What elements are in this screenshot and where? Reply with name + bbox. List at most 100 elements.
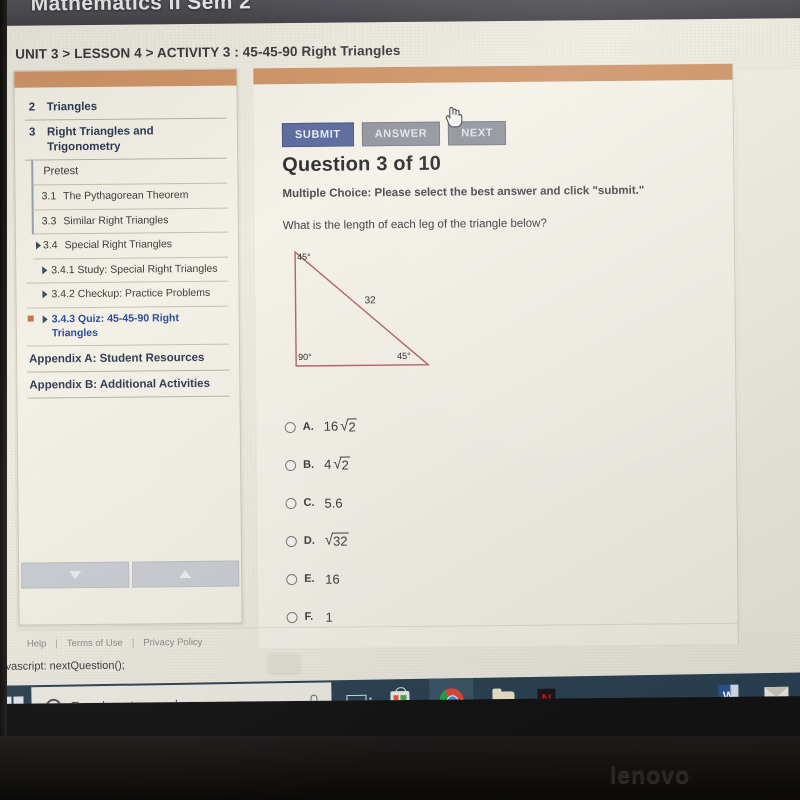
answer-option-e[interactable]: E. 16: [286, 558, 546, 598]
expand-arrow-icon: [42, 315, 48, 324]
scroll-up-button[interactable]: [131, 560, 240, 588]
sidebar-item-3-4-2[interactable]: 3.4.2 Checkup: Practice Problems: [26, 282, 229, 309]
option-value: 4 √ 2: [324, 455, 350, 473]
microphone-icon[interactable]: [310, 694, 318, 704]
radio-button-a[interactable]: [284, 421, 296, 433]
mail-icon[interactable]: [763, 682, 789, 704]
option-value: 16: [325, 571, 340, 587]
answer-options-list: A. 16 √ 2 B. 4 √ 2 C. 5.6 D. √ 32 E. 16 …: [284, 406, 547, 636]
sidebar-item-3-4-1[interactable]: 3.4.1 Study: Special Right Triangles: [26, 257, 229, 285]
sidebar-item-number: 3: [28, 126, 36, 139]
scroll-down-button[interactable]: [21, 561, 129, 589]
radio-button-e[interactable]: [286, 573, 298, 585]
answer-option-a[interactable]: A. 16 √ 2: [284, 406, 545, 446]
radio-button-d[interactable]: [285, 535, 297, 547]
question-toolbar: SUBMIT ANSWER NEXT: [281, 120, 507, 148]
question-prompt: What is the length of each leg of the tr…: [282, 217, 547, 233]
taskbar-search[interactable]: Type here to search: [31, 682, 332, 704]
cortana-icon: [45, 698, 62, 704]
expand-arrow-icon: [42, 266, 48, 275]
sidebar-item-3-1[interactable]: 3.1 The Pythagorean Theorem: [31, 183, 228, 211]
privacy-policy-link[interactable]: Privacy Policy: [143, 637, 202, 649]
sidebar-item-label: Appendix B: Additional Activities: [29, 378, 211, 392]
radical-b: √ 2: [333, 455, 350, 473]
help-link[interactable]: Help: [27, 638, 47, 649]
expand-arrow-icon: [42, 290, 48, 299]
option-value: 1: [325, 609, 333, 625]
footer-separator: |: [131, 637, 135, 649]
content-header-bar: [253, 63, 733, 85]
chrome-icon[interactable]: [429, 677, 474, 704]
task-view-icon[interactable]: [343, 689, 369, 704]
sidebar-item-3-3[interactable]: 3.3 Similar Right Triangles: [31, 208, 228, 235]
question-instructions: Multiple Choice: Please select the best …: [282, 184, 645, 201]
option-letter: D.: [303, 534, 315, 547]
browser-status-bar: javascript: nextQuestion();: [0, 659, 125, 673]
expand-arrow-icon: [35, 241, 42, 250]
microsoft-store-icon[interactable]: [386, 688, 412, 704]
option-letter: C.: [303, 496, 315, 509]
browser-page: UNIT 3 > LESSON 4 > ACTIVITY 3 : 45-45-9…: [0, 18, 800, 686]
taskbar-right-apps: W: [715, 673, 790, 704]
footer-separator: |: [55, 638, 58, 650]
option-coefficient: 16: [323, 418, 339, 434]
current-item-marker-icon: [27, 315, 34, 322]
word-icon[interactable]: W: [715, 683, 741, 704]
answer-option-f[interactable]: F. 1: [286, 596, 546, 636]
sidebar-item-appendix-a[interactable]: Appendix A: Student Resources: [26, 345, 230, 373]
angle-label-bottom-right: 45°: [397, 350, 411, 362]
sidebar-item-label: Triangles: [46, 100, 98, 114]
answer-button[interactable]: ANSWER: [361, 121, 441, 147]
right-margin-area: [736, 70, 800, 631]
sidebar-item-unit-2[interactable]: 2 Triangles: [24, 93, 227, 121]
window-title: Mathematics II Sem 2: [30, 0, 252, 16]
sidebar-item-label: 3.4.1 Study: Special Right Triangles: [51, 262, 218, 277]
sidebar-item-label: The Pythagorean Theorem: [63, 188, 189, 203]
screen-contents: Mathematics II Sem 2 UNIT 3 > LESSON 4 >…: [0, 0, 800, 704]
netflix-icon[interactable]: N: [533, 686, 559, 704]
breadcrumb: UNIT 3 > LESSON 4 > ACTIVITY 3 : 45-45-9…: [15, 42, 401, 62]
triangle-svg: [294, 250, 431, 367]
sidebar-item-number: 3.3: [41, 214, 57, 227]
sidebar-item-unit-3[interactable]: 3 Right Triangles and Trigonometry: [24, 119, 228, 161]
sidebar-item-appendix-b[interactable]: Appendix B: Additional Activities: [27, 370, 230, 399]
radio-button-c[interactable]: [285, 497, 297, 509]
course-outline-panel: 2 Triangles 3 Right Triangles and Trigon…: [13, 68, 243, 626]
search-input[interactable]: Type here to search: [71, 698, 182, 704]
chevron-down-icon: [68, 571, 81, 580]
sidebar-item-label: Similar Right Triangles: [63, 213, 169, 227]
option-letter: A.: [302, 420, 314, 433]
submit-button[interactable]: SUBMIT: [281, 122, 354, 148]
brand-logo: lenovo: [610, 762, 691, 788]
radio-button-f[interactable]: [286, 611, 298, 623]
answer-option-b[interactable]: B. 4 √ 2: [285, 444, 545, 484]
taskbar-pinned-apps: N: [343, 677, 560, 704]
mouse-cursor-hand-icon: [444, 104, 464, 128]
question-panel: SUBMIT ANSWER NEXT Question 3 of 10 Mult…: [253, 63, 739, 649]
terms-of-use-link[interactable]: Terms of Use: [67, 638, 123, 650]
option-value: 5.6: [324, 495, 343, 511]
sidebar-item-label: 3.4.2 Checkup: Practice Problems: [51, 287, 211, 301]
footer-links: Help | Terms of Use | Privacy Policy: [27, 637, 203, 650]
sidebar-item-3-4[interactable]: 3.4 Special Right Triangles: [31, 232, 229, 260]
radical-d: √ 32: [324, 531, 349, 549]
radical-a: √ 2: [340, 417, 357, 435]
option-coefficient: 4: [324, 456, 332, 472]
radio-button-b[interactable]: [285, 459, 297, 471]
option-letter: E.: [304, 572, 315, 585]
answer-option-c[interactable]: C. 5.6: [285, 482, 545, 522]
nav-scroll-controls: [21, 560, 240, 589]
sidebar-item-label: 3.4.3 Quiz: 45-45-90 Right Triangles: [51, 312, 179, 340]
angle-label-right-angle: 90°: [298, 351, 312, 362]
sidebar-item-number: 3.1: [41, 190, 57, 203]
option-letter: F.: [304, 610, 314, 623]
sidebar-item-3-4-3-quiz[interactable]: 3.4.3 Quiz: 45-45-90 Right Triangles: [26, 306, 229, 347]
sidebar-item-number: 3.4: [42, 239, 58, 252]
sidebar-item-number: 2: [28, 101, 36, 114]
angle-label-top: 45°: [297, 251, 311, 262]
file-explorer-icon[interactable]: [490, 686, 516, 704]
chevron-up-icon: [179, 570, 192, 579]
answer-option-d[interactable]: D. √ 32: [285, 520, 546, 560]
sidebar-item-pretest[interactable]: Pretest: [31, 158, 228, 186]
option-value: 16 √ 2: [323, 417, 357, 435]
